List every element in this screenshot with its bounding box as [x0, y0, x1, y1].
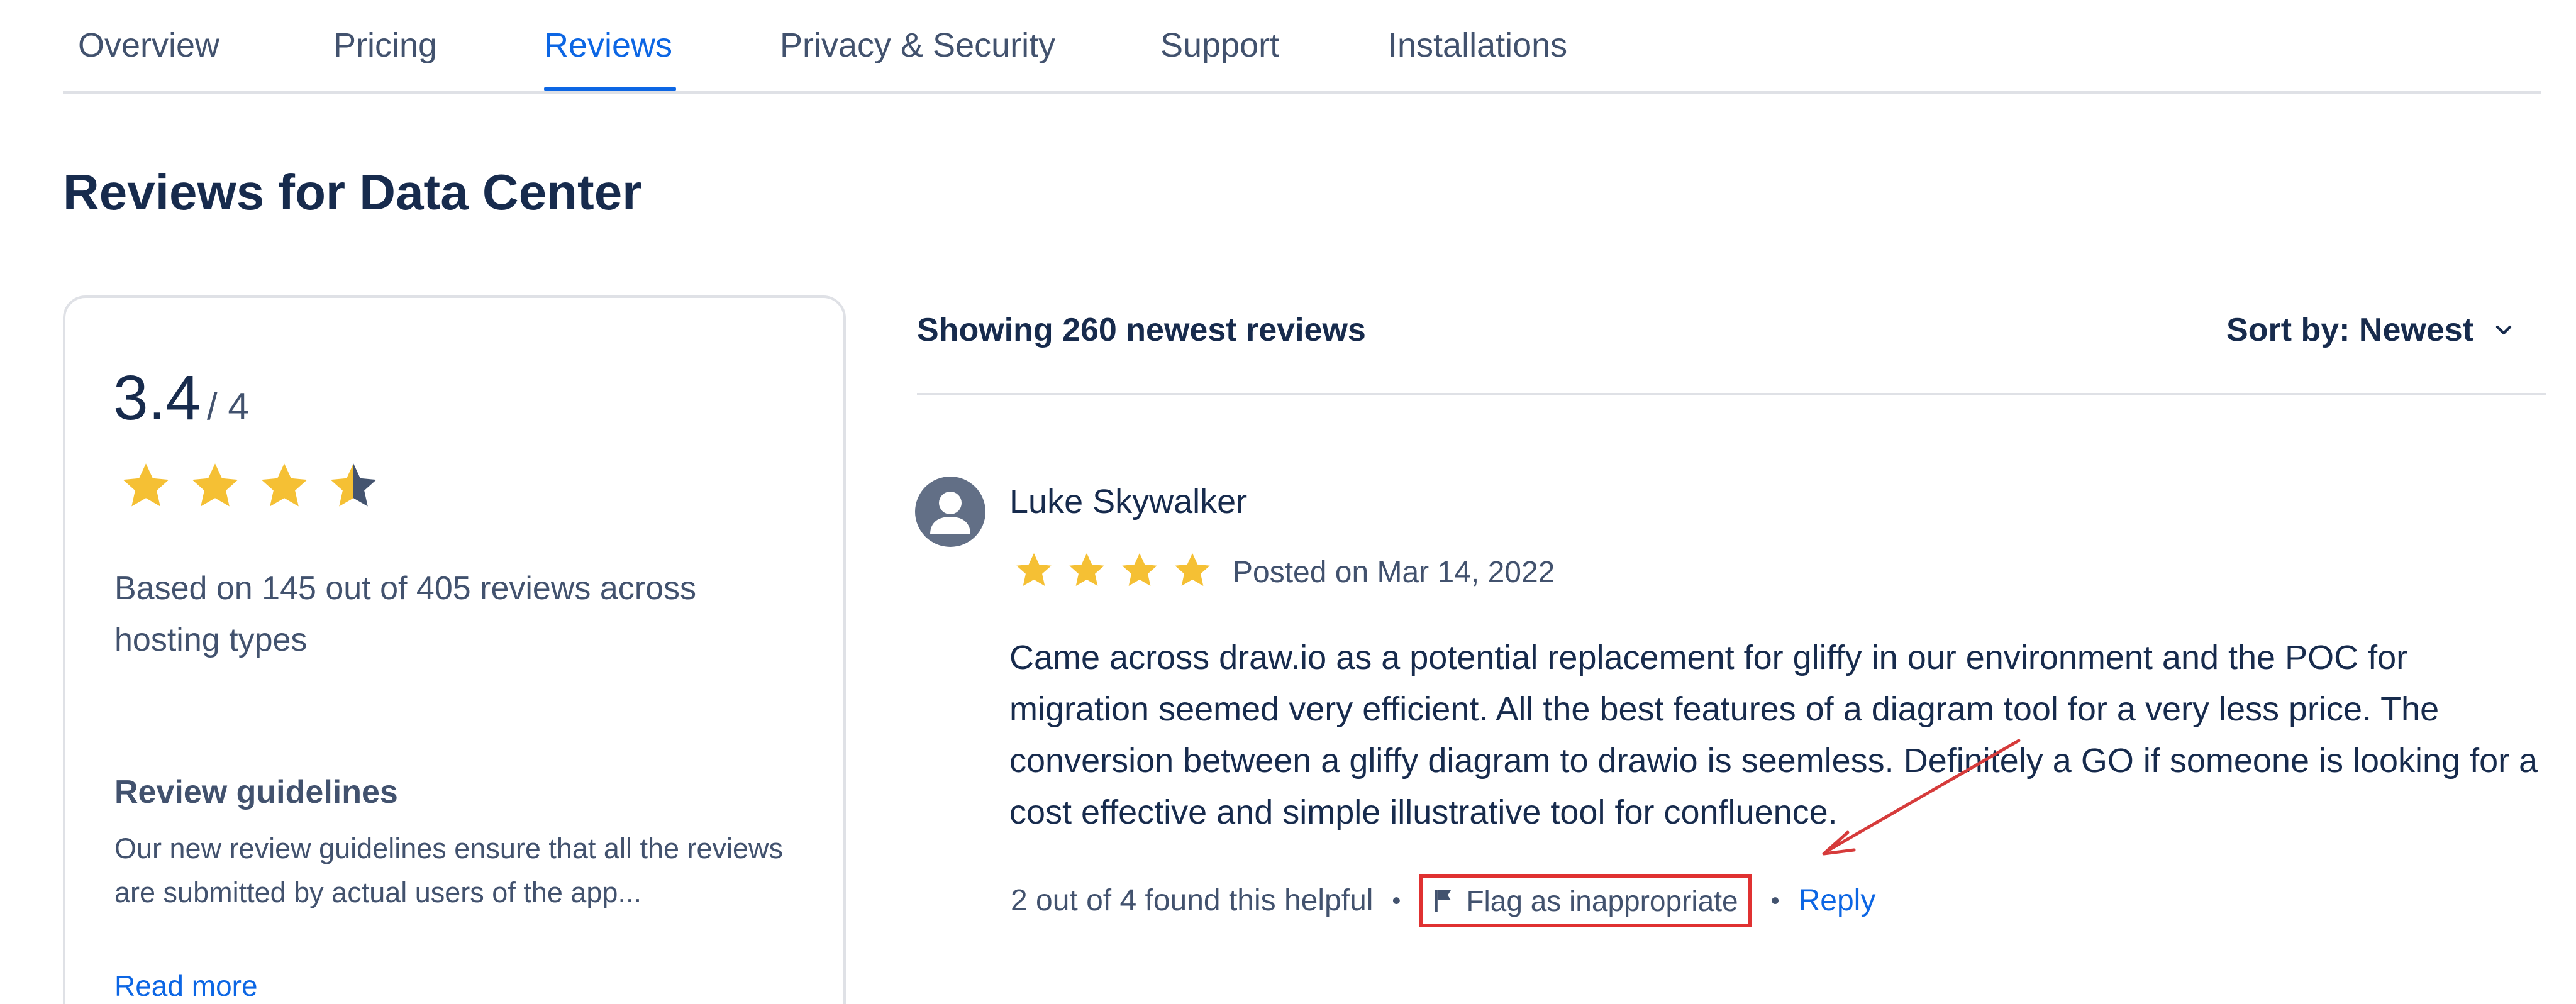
half-star-icon — [330, 463, 377, 507]
active-tab-indicator — [544, 87, 676, 91]
helpful-count: 2 out of 4 found this helpful — [1011, 884, 1374, 917]
tab-reviews[interactable]: Reviews — [544, 26, 672, 64]
rating-value: 3.4 — [113, 363, 201, 433]
star-icon — [261, 463, 308, 507]
review-actions: 2 out of 4 found this helpful • Flag as … — [1011, 874, 1876, 927]
flag-label: Flag as inappropriate — [1466, 885, 1738, 917]
reply-link[interactable]: Reply — [1799, 879, 1876, 923]
reviews-divider — [917, 393, 2546, 395]
average-rating: 3.4/ 4 — [113, 363, 249, 441]
review-count-heading: Showing 260 newest reviews — [917, 312, 1366, 348]
tab-support[interactable]: Support — [1160, 26, 1279, 64]
review-text: Came across draw.io as a potential repla… — [1009, 639, 2538, 831]
review-guidelines-heading: Review guidelines — [114, 774, 398, 810]
reviewer-name: Luke Skywalker — [1009, 483, 1248, 521]
review-date: Posted on Mar 14, 2022 — [1233, 556, 1555, 589]
flag-icon — [1435, 890, 1452, 912]
user-avatar-icon — [915, 477, 985, 547]
page-title: Reviews for Data Center — [63, 164, 642, 220]
rating-basis-text: Based on 145 out of 405 reviews across h… — [114, 570, 697, 658]
separator-dot: • — [1770, 887, 1780, 915]
star-icon — [1122, 553, 1157, 586]
rating-scale: / 4 — [207, 385, 249, 428]
tab-overview[interactable]: Overview — [78, 26, 219, 64]
tab-pricing[interactable]: Pricing — [333, 26, 437, 64]
review-star-rating — [1014, 551, 1213, 595]
star-icon — [1175, 553, 1210, 586]
sort-label: Sort by: Newest — [2226, 312, 2473, 348]
tab-privacy-security[interactable]: Privacy & Security — [780, 26, 1055, 64]
star-icon — [123, 463, 169, 507]
read-more-link[interactable]: Read more — [114, 965, 258, 1004]
summary-star-rating — [119, 460, 380, 517]
review-guidelines-text: Our new review guidelines ensure that al… — [114, 832, 784, 908]
flag-as-inappropriate-button[interactable]: Flag as inappropriate — [1419, 874, 1752, 927]
sort-dropdown[interactable]: Sort by: Newest — [2226, 308, 2516, 352]
star-icon — [1016, 553, 1052, 586]
tab-installations[interactable]: Installations — [1388, 26, 1567, 64]
star-icon — [1069, 553, 1104, 586]
separator-dot: • — [1392, 887, 1401, 915]
star-icon — [192, 463, 238, 507]
annotation-arrow-icon — [1822, 739, 2021, 856]
chevron-down-icon — [2496, 325, 2512, 335]
tab-bar: Overview Pricing Reviews Privacy & Secur… — [63, 0, 2541, 94]
